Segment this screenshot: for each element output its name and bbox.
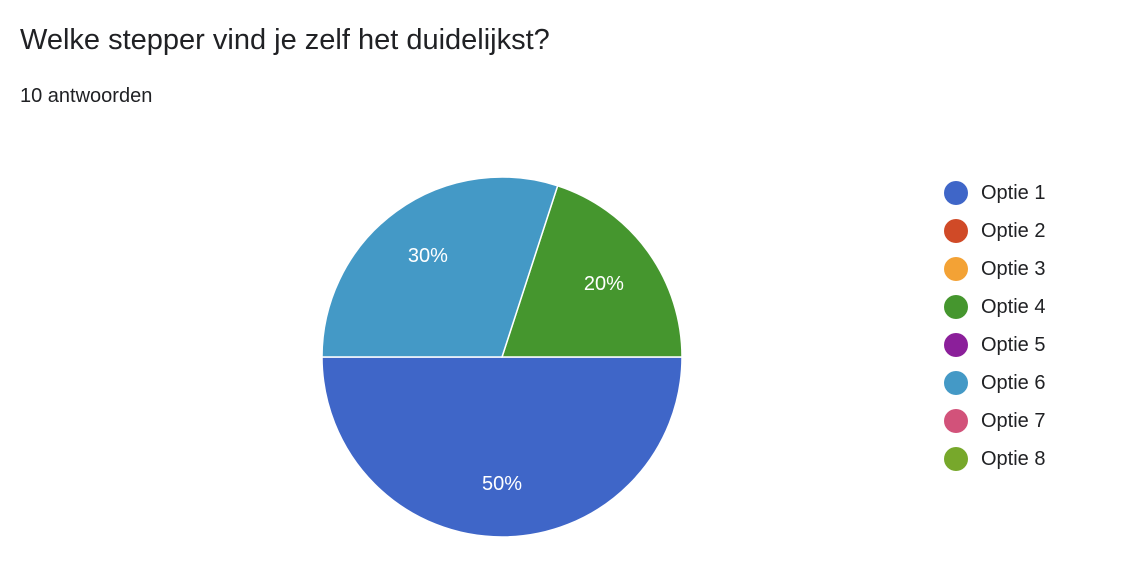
legend-item-optie-8[interactable]: Optie 8 (944, 440, 1045, 478)
slice-label-optie-4: 20% (584, 273, 624, 295)
legend-item-optie-2[interactable]: Optie 2 (944, 212, 1045, 250)
legend-label: Optie 8 (981, 448, 1046, 470)
legend-swatch (944, 181, 968, 205)
legend-swatch (944, 447, 968, 471)
legend-item-optie-6[interactable]: Optie 6 (944, 364, 1045, 402)
legend-item-optie-5[interactable]: Optie 5 (944, 326, 1045, 364)
legend-item-optie-7[interactable]: Optie 7 (944, 402, 1045, 440)
legend-label: Optie 2 (981, 220, 1046, 242)
legend-item-optie-4[interactable]: Optie 4 (944, 288, 1045, 326)
chart-card: Welke stepper vind je zelf het duidelijk… (0, 0, 1146, 584)
legend-swatch (944, 409, 968, 433)
legend-swatch (944, 257, 968, 281)
legend-label: Optie 1 (981, 182, 1046, 204)
pie-chart: 50% 20% 30% (321, 176, 683, 538)
legend-item-optie-1[interactable]: Optie 1 (944, 174, 1045, 212)
legend-swatch (944, 219, 968, 243)
legend-swatch (944, 295, 968, 319)
legend-label: Optie 4 (981, 296, 1046, 318)
slice-label-optie-1: 50% (482, 473, 522, 495)
legend-item-optie-3[interactable]: Optie 3 (944, 250, 1045, 288)
pie-slice-optie-1[interactable] (321, 356, 683, 538)
legend-label: Optie 7 (981, 410, 1046, 432)
slice-label-optie-6: 30% (408, 245, 448, 267)
legend-swatch (944, 333, 968, 357)
legend-label: Optie 6 (981, 372, 1046, 394)
chart-legend: Optie 1 Optie 2 Optie 3 Optie 4 Optie 5 Optie… (944, 174, 1045, 478)
legend-label: Optie 3 (981, 258, 1046, 280)
legend-swatch (944, 371, 968, 395)
legend-label: Optie 5 (981, 334, 1046, 356)
